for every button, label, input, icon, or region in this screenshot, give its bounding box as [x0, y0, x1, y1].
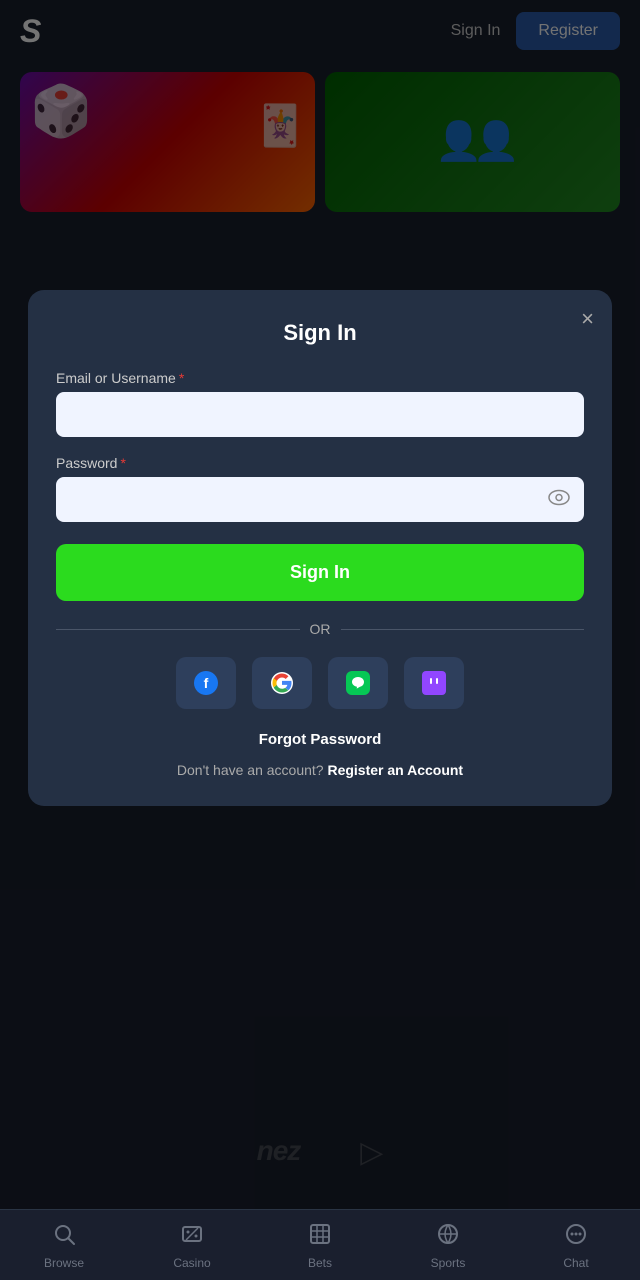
register-account-link[interactable]: Register an Account — [327, 762, 463, 778]
sports-label: Sports — [431, 1256, 466, 1270]
sign-in-modal: × Sign In Email or Username* Password* S… — [28, 290, 612, 806]
nav-item-bets[interactable]: Bets — [256, 1210, 384, 1280]
line-icon — [346, 671, 370, 695]
browse-label: Browse — [44, 1256, 84, 1270]
sign-in-button[interactable]: Sign In — [56, 544, 584, 601]
google-button[interactable] — [252, 657, 312, 709]
password-input[interactable] — [56, 477, 584, 522]
twitch-icon — [422, 671, 446, 695]
bets-icon — [308, 1222, 332, 1252]
chat-label: Chat — [563, 1256, 588, 1270]
email-input[interactable] — [56, 392, 584, 437]
bottom-nav: Browse Casino Bets — [0, 1209, 640, 1280]
google-icon — [270, 671, 294, 695]
nav-item-chat[interactable]: Chat — [512, 1210, 640, 1280]
forgot-password[interactable]: Forgot Password — [56, 731, 584, 748]
password-label: Password* — [56, 455, 584, 471]
password-wrapper — [56, 477, 584, 522]
close-button[interactable]: × — [581, 306, 594, 332]
line-button[interactable] — [328, 657, 388, 709]
facebook-icon: f — [194, 671, 218, 695]
browse-icon — [52, 1222, 76, 1252]
eye-icon[interactable] — [548, 489, 570, 510]
email-label: Email or Username* — [56, 370, 584, 386]
or-divider: OR — [56, 621, 584, 637]
bets-label: Bets — [308, 1256, 332, 1270]
chat-icon — [564, 1222, 588, 1252]
sports-icon — [436, 1222, 460, 1252]
nav-item-browse[interactable]: Browse — [0, 1210, 128, 1280]
or-line-right — [341, 629, 585, 630]
casino-label: Casino — [173, 1256, 210, 1270]
or-text: OR — [310, 621, 331, 637]
social-buttons: f — [56, 657, 584, 709]
nav-item-casino[interactable]: Casino — [128, 1210, 256, 1280]
casino-icon — [180, 1222, 204, 1252]
facebook-button[interactable]: f — [176, 657, 236, 709]
modal-title: Sign In — [56, 320, 584, 346]
register-account-text: Don't have an account? Register an Accou… — [56, 762, 584, 778]
twitch-button[interactable] — [404, 657, 464, 709]
nav-item-sports[interactable]: Sports — [384, 1210, 512, 1280]
or-line-left — [56, 629, 300, 630]
